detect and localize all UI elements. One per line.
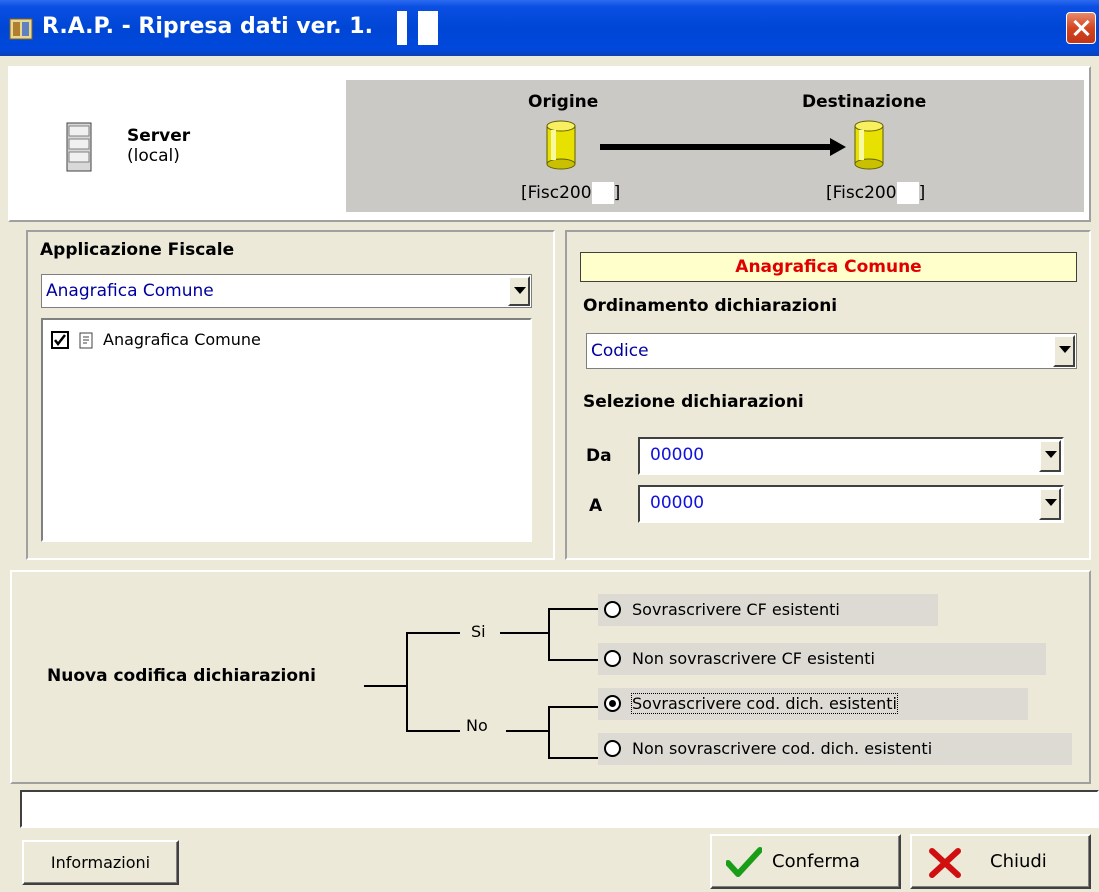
window-title: R.A.P. - Ripresa dati ver. 1. (42, 14, 373, 39)
close-window-button[interactable] (1066, 12, 1096, 44)
option-label: Non sovrascrivere CF esistenti (632, 649, 875, 668)
list-item-label: Anagrafica Comune (103, 330, 261, 349)
option-keep-code[interactable]: Non sovrascrivere cod. dich. esistenti (598, 733, 1072, 765)
tree-connector (506, 730, 548, 732)
chevron-down-icon[interactable] (508, 276, 530, 306)
origin-database-icon (546, 120, 576, 170)
tree-connector (548, 659, 598, 661)
from-select-value: 00000 (650, 445, 705, 465)
title-redaction (418, 11, 438, 45)
tree-connector (406, 632, 408, 732)
tree-connector (548, 706, 598, 708)
document-icon (79, 332, 93, 349)
to-select-value: 00000 (650, 493, 705, 513)
destination-database-name: [Fisc200] (826, 182, 926, 204)
confirm-button[interactable]: Conferma (710, 834, 901, 889)
application-list: Anagrafica Comune (41, 318, 532, 542)
origin-label: Origine (528, 92, 599, 112)
application-banner: Anagrafica Comune (580, 252, 1077, 282)
option-label: Sovrascrivere cod. dich. esistenti (631, 693, 898, 714)
option-overwrite-cf[interactable]: Sovrascrivere CF esistenti (598, 594, 938, 626)
tree-connector (548, 706, 550, 758)
server-instance: (local) (127, 146, 180, 166)
radio-button-selected[interactable] (604, 695, 621, 712)
checkmark-icon (726, 847, 762, 877)
checkbox-checked[interactable] (51, 331, 69, 349)
coding-heading: Nuova codifica dichiarazioni (47, 666, 316, 686)
title-bar: R.A.P. - Ripresa dati ver. 1. (0, 0, 1099, 56)
option-label: Sovrascrivere CF esistenti (632, 600, 840, 619)
selection-heading: Selezione dichiarazioni (583, 392, 804, 412)
option-keep-cf[interactable]: Non sovrascrivere CF esistenti (598, 643, 1046, 675)
status-bar (20, 790, 1099, 828)
application-heading: Applicazione Fiscale (40, 240, 235, 260)
from-select[interactable]: 00000 (638, 437, 1064, 475)
close-button[interactable]: Chiudi (910, 834, 1091, 889)
chevron-down-icon[interactable] (1053, 335, 1075, 367)
tree-connector (548, 608, 550, 660)
info-button[interactable]: Informazioni (22, 840, 179, 885)
server-name: Server (127, 126, 191, 146)
chevron-down-icon[interactable] (1039, 488, 1061, 520)
destination-database-icon (854, 120, 884, 170)
from-label: Da (586, 446, 612, 466)
x-icon (929, 848, 961, 878)
transfer-arrow-head (830, 138, 846, 156)
tree-connector (500, 632, 548, 634)
list-item[interactable]: Anagrafica Comune (51, 330, 351, 352)
option-label: Non sovrascrivere cod. dich. esistenti (632, 739, 933, 758)
app-icon (9, 18, 33, 40)
destination-label: Destinazione (802, 92, 927, 112)
server-icon (66, 122, 92, 172)
radio-button[interactable] (604, 650, 621, 667)
transfer-arrow (600, 144, 838, 150)
option-overwrite-code[interactable]: Sovrascrivere cod. dich. esistenti (598, 688, 1028, 720)
tree-connector (364, 685, 406, 687)
check-icon (54, 334, 66, 347)
no-label: No (466, 716, 488, 735)
to-label: A (589, 496, 603, 516)
tree-connector (406, 730, 460, 732)
sort-heading: Ordinamento dichiarazioni (583, 296, 838, 316)
to-select[interactable]: 00000 (638, 485, 1064, 523)
chevron-down-icon[interactable] (1039, 440, 1061, 472)
application-select-value: Anagrafica Comune (46, 281, 214, 301)
sort-select-value: Codice (591, 341, 649, 361)
radio-button[interactable] (604, 740, 621, 757)
title-redaction (397, 11, 407, 45)
tree-connector (548, 757, 598, 759)
application-select[interactable]: Anagrafica Comune (41, 274, 532, 308)
tree-connector (548, 608, 598, 610)
origin-database-name: [Fisc200] (521, 182, 621, 204)
sort-select[interactable]: Codice (586, 333, 1077, 369)
info-button-label: Informazioni (50, 853, 151, 872)
tree-connector (406, 632, 460, 634)
confirm-button-label: Conferma (772, 851, 861, 872)
radio-button[interactable] (604, 601, 621, 618)
close-button-label: Chiudi (990, 851, 1047, 872)
yes-label: Si (471, 622, 486, 641)
